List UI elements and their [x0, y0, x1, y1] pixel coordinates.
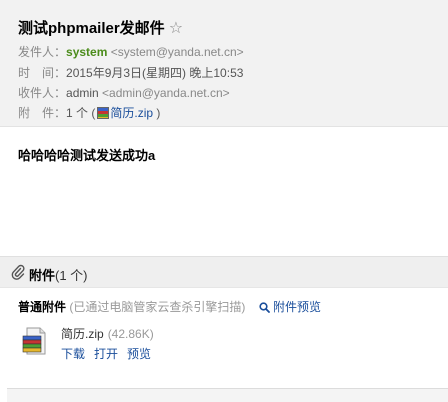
to-label: 收件人：	[18, 86, 67, 100]
footer-divider	[7, 388, 448, 402]
from-label: 发件人：	[18, 45, 67, 59]
open-link[interactable]: 打开	[94, 347, 118, 361]
attachment-bar-title: 附件(1 个)	[29, 265, 88, 284]
normal-attachment-title: 普通附件	[18, 300, 67, 314]
subject-text: 测试phpmailer发邮件	[18, 20, 165, 37]
mail-header: 测试phpmailer发邮件 ☆ 发件人：system <system@yanda…	[0, 0, 448, 127]
to-row: 收件人：admin <admin@yanda.net.cn>	[18, 84, 230, 102]
attachment-title: 附件	[29, 268, 56, 283]
zip-file-icon	[97, 107, 110, 119]
attachment-count: (1 个)	[55, 268, 88, 283]
recipient-address: <admin@yanda.net.cn>	[102, 86, 230, 100]
mail-body: 哈哈哈哈测试发送成功a	[18, 148, 156, 163]
attachment-meta-close: )	[153, 106, 161, 120]
mail-subject: 测试phpmailer发邮件 ☆	[18, 17, 183, 38]
time-value: 2015年9月3日(星期四) 晚上10:53	[66, 66, 244, 80]
star-icon[interactable]: ☆	[169, 18, 183, 38]
attachment-file-name: 简历.zip	[61, 327, 104, 341]
normal-attachment-section: 普通附件 (已通过电脑管家云查杀引擎扫描)	[18, 298, 245, 315]
attachment-meta-count: 1 个 (	[66, 106, 96, 120]
attachment-bar: 附件(1 个)	[0, 256, 448, 288]
sender-name[interactable]: system	[66, 45, 107, 59]
paperclip-icon	[11, 264, 25, 280]
download-link[interactable]: 下载	[61, 347, 85, 361]
scan-note: (已通过电脑管家云查杀引擎扫描)	[69, 300, 246, 314]
attachment-meta-file-link[interactable]: 简历.zip	[110, 106, 153, 120]
attachment-preview-label: 附件预览	[273, 300, 322, 314]
attachment-actions: 下载 打开 预览	[61, 345, 160, 362]
magnifier-icon	[259, 302, 270, 313]
attachment-meta-label: 附 件：	[18, 106, 67, 120]
attachment-file: 简历.zip (42.86K)	[61, 325, 154, 342]
sender-address: <system@yanda.net.cn>	[110, 45, 244, 59]
recipient-name[interactable]: admin	[66, 86, 99, 100]
attachment-meta-row: 附 件：1 个 ( 简历.zip )	[18, 104, 160, 122]
preview-link[interactable]: 预览	[127, 347, 151, 361]
attachment-file-size: (42.86K)	[107, 327, 154, 341]
zip-archive-icon	[22, 327, 46, 355]
from-row: 发件人：system <system@yanda.net.cn>	[18, 43, 244, 61]
attachment-preview-link[interactable]: 附件预览	[259, 298, 321, 315]
time-label: 时 间：	[18, 66, 67, 80]
time-row: 时 间：2015年9月3日(星期四) 晚上10:53	[18, 64, 243, 82]
